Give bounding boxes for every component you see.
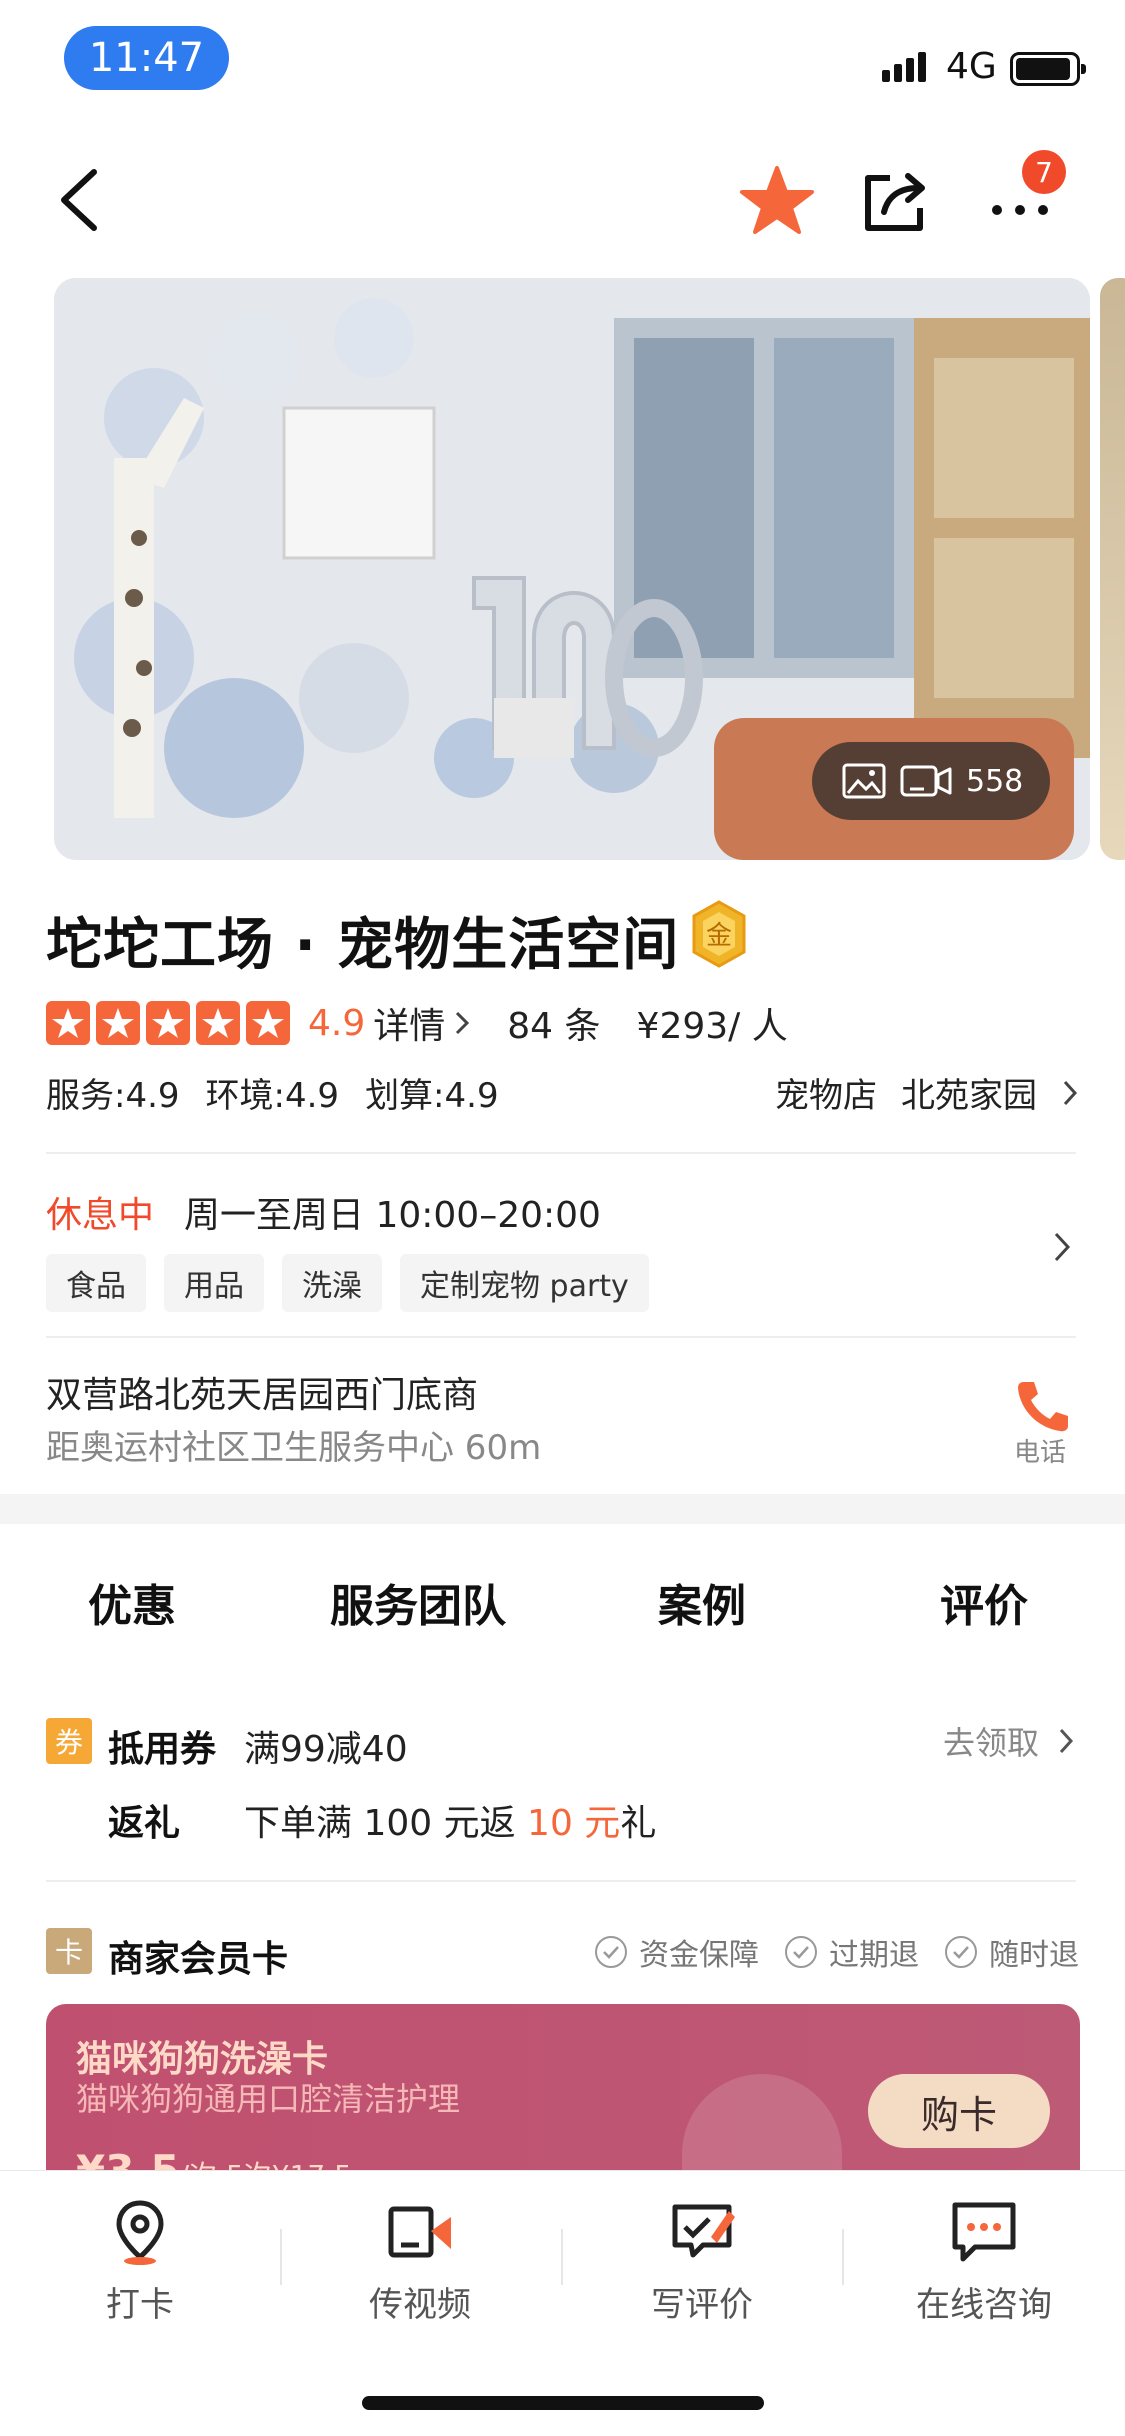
star-icon <box>246 1001 290 1045</box>
distance: 距奥运村社区卫生服务中心 60m <box>46 1428 542 1468</box>
tab-discounts[interactable]: 优惠 <box>88 1570 176 1634</box>
phone-label[interactable]: 电话 <box>1014 1432 1066 1469</box>
review-count: 84 条 <box>507 1006 601 1047</box>
tag-food: 食品 <box>46 1254 146 1312</box>
status-time: 11:47 <box>64 26 229 90</box>
home-indicator[interactable] <box>362 2396 764 2410</box>
signal-icon <box>882 52 926 82</box>
tag-party: 定制宠物 party <box>400 1254 649 1312</box>
claim-coupon-button[interactable]: 去领取 <box>943 1718 1075 1764</box>
member-card-title: 商家会员卡 <box>108 1939 289 1980</box>
video-icon <box>900 765 952 797</box>
back-icon[interactable] <box>50 162 120 238</box>
avg-price: ¥293/ 人 <box>636 1006 788 1047</box>
gold-medal-icon: 金 <box>692 900 746 968</box>
gift-highlight: 10 元 <box>527 1803 621 1844</box>
check-circle-icon <box>945 1936 977 1968</box>
check-circle-icon <box>595 1936 627 1968</box>
open-status: 休息中 <box>46 1195 155 1236</box>
tab-cases[interactable]: 案例 <box>658 1570 746 1634</box>
chevron-right-icon <box>456 1011 470 1035</box>
category-link[interactable]: 宠物店 北苑家园 <box>775 1068 1079 1117</box>
next-photo-peek[interactable] <box>1100 278 1125 860</box>
claim-label: 去领取 <box>942 1724 1039 1762</box>
rating-score: 4.9 <box>308 1002 366 1044</box>
divider <box>46 1336 1076 1338</box>
star-icon <box>96 1001 140 1045</box>
gift-title: 返礼 <box>108 1803 181 1844</box>
tag-supplies: 用品 <box>164 1254 264 1312</box>
shop-name: 坨坨工场 · 宠物生活空间 <box>46 913 680 978</box>
image-icon <box>842 763 886 799</box>
edit-review-icon <box>672 2204 735 2258</box>
divider <box>842 2229 844 2285</box>
favorite-star-icon[interactable] <box>738 164 816 236</box>
media-count-chip[interactable]: 558 <box>812 742 1050 820</box>
hours-text: 周一至周日 10:00–20:00 <box>184 1195 601 1236</box>
tab-reviews[interactable]: 评价 <box>940 1570 1028 1634</box>
star-icon <box>46 1001 90 1045</box>
svg-text:金: 金 <box>706 921 732 951</box>
guarantees: 资金保障 过期退 随时退 <box>595 1930 1079 1974</box>
shop-category: 宠物店 <box>775 1076 877 1116</box>
sub-scores: 服务:4.9 环境:4.9 划算:4.9 <box>46 1068 499 1117</box>
service-score: 服务:4.9 <box>46 1076 180 1116</box>
checkin-label: 打卡 <box>106 2285 174 2325</box>
chevron-right-icon <box>1059 1728 1074 1754</box>
buy-card-button[interactable]: 购卡 <box>868 2074 1050 2148</box>
upload-video-label: 传视频 <box>369 2285 471 2325</box>
phone-icon[interactable] <box>1010 1376 1074 1432</box>
share-icon[interactable] <box>860 164 932 236</box>
guarantee-item: 资金保障 <box>595 1930 759 1974</box>
chevron-right-icon[interactable] <box>1050 1230 1076 1264</box>
value-score: 划算:4.9 <box>365 1076 499 1116</box>
star-rating <box>46 1001 290 1045</box>
online-consult-button[interactable]: 在线咨询 <box>884 2197 1084 2326</box>
guarantee-item: 随时退 <box>945 1930 1079 1974</box>
location-pin-icon <box>116 2200 164 2265</box>
top-nav: 7 <box>0 150 1125 250</box>
rating-row: 4.9 详情 84 条 ¥293/ 人 <box>46 998 788 1048</box>
guarantee-item: 过期退 <box>785 1930 919 1974</box>
divider <box>280 2229 282 2285</box>
tag-bath: 洗澡 <box>282 1254 382 1312</box>
online-consult-label: 在线咨询 <box>916 2285 1052 2325</box>
card-subtitle: 猫咪狗狗通用口腔清洁护理 <box>76 2080 461 2118</box>
gift-desc: 下单满 100 元返 10 元礼 <box>244 1794 656 1846</box>
checkin-button[interactable]: 打卡 <box>40 2197 240 2326</box>
check-circle-icon <box>785 1936 817 1968</box>
coupon-title: 抵用券 <box>108 1729 217 1770</box>
chat-icon <box>952 2202 1016 2262</box>
tab-service-team[interactable]: 服务团队 <box>330 1570 506 1634</box>
details-link[interactable]: 详情 <box>373 997 471 1049</box>
details-label: 详情 <box>373 1006 446 1047</box>
card-icon: 卡 <box>46 1928 92 1974</box>
divider <box>561 2229 563 2285</box>
video-upload-icon <box>388 2206 451 2258</box>
network-type: 4G <box>946 46 997 87</box>
gift-suffix: 礼 <box>620 1803 657 1844</box>
coupon-desc: 满99减40 <box>244 1729 408 1770</box>
address[interactable]: 双营路北苑天居园西门底商 <box>46 1366 478 1418</box>
business-hours[interactable]: 休息中 周一至周日 10:00–20:00 <box>46 1186 601 1238</box>
section-tabs: 优惠 服务团队 案例 评价 <box>0 1560 1125 1650</box>
chevron-right-icon <box>1063 1080 1078 1105</box>
coupon-icon: 券 <box>46 1718 92 1764</box>
star-icon <box>196 1001 240 1045</box>
write-review-label: 写评价 <box>651 2285 753 2325</box>
media-count: 558 <box>966 763 1024 799</box>
divider <box>46 1152 1076 1154</box>
battery-icon <box>1010 52 1086 86</box>
shop-area: 北苑家园 <box>901 1076 1037 1116</box>
service-tags: 食品 用品 洗澡 定制宠物 party <box>46 1254 649 1312</box>
upload-video-button[interactable]: 传视频 <box>320 2197 520 2326</box>
write-review-button[interactable]: 写评价 <box>602 2197 802 2326</box>
status-bar: 11:47 4G <box>0 0 1125 120</box>
notification-badge: 7 <box>1022 150 1066 194</box>
gift-prefix: 下单满 100 元返 <box>244 1803 528 1844</box>
section-gap <box>0 1494 1125 1524</box>
divider <box>46 1880 1076 1882</box>
environment-score: 环境:4.9 <box>205 1076 340 1116</box>
star-icon <box>146 1001 190 1045</box>
